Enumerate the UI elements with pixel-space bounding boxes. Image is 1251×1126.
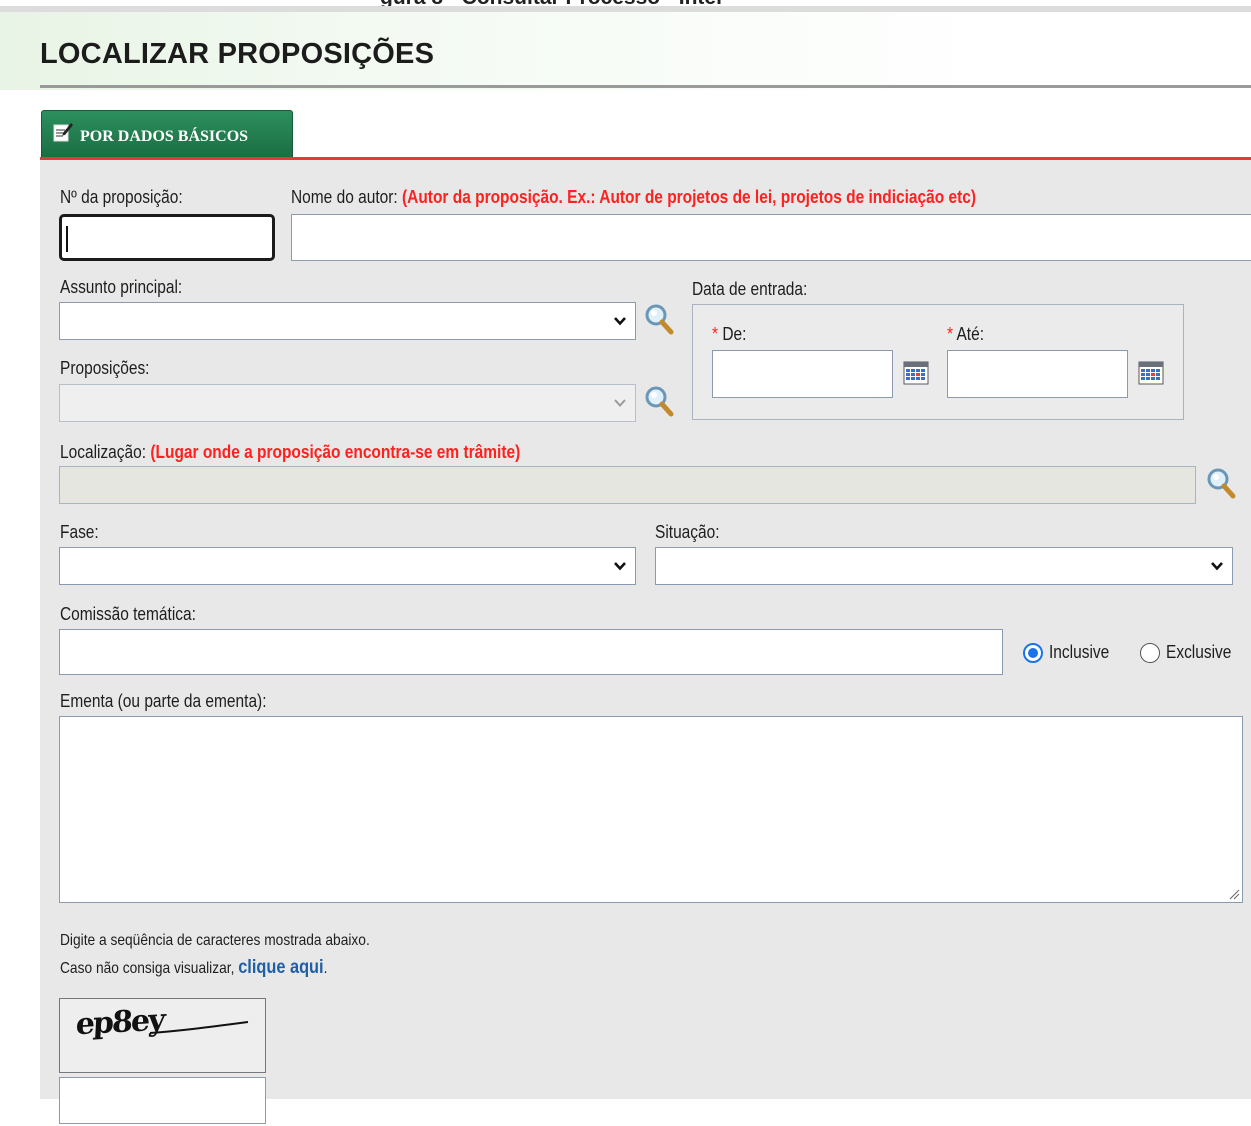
captcha-fallback-suffix: . (323, 960, 328, 977)
situacao-select[interactable] (655, 547, 1233, 585)
title-underline (40, 85, 1251, 88)
text-caret (66, 226, 68, 252)
de-label-row: * De: (712, 324, 746, 345)
ementa-label: Ementa (ou parte da ementa): (60, 691, 267, 711)
resize-grip-icon[interactable] (1228, 888, 1240, 900)
captcha-image: ep8ey (59, 998, 266, 1073)
chevron-down-icon (614, 317, 626, 326)
captcha-instruction: Digite a seqüência de caracteres mostrad… (60, 932, 370, 949)
de-label: De: (722, 324, 747, 344)
localizacao-input[interactable] (59, 466, 1196, 504)
required-asterisk: * (947, 324, 954, 344)
autor-label-row: Nome do autor: (Autor da proposição. Ex.… (291, 187, 976, 208)
chevron-down-icon (614, 399, 626, 407)
captcha-noise-line (150, 1021, 249, 1034)
radio-exclusive-label: Exclusive (1166, 642, 1232, 662)
tab-por-dados-basicos[interactable]: POR DADOS BÁSICOS (41, 110, 293, 157)
captcha-input[interactable] (59, 1077, 266, 1124)
ate-label-row: * Até: (947, 324, 984, 345)
chevron-down-icon (1211, 562, 1223, 571)
edit-note-icon (53, 123, 73, 142)
autor-input[interactable] (291, 214, 1251, 261)
proposicoes-label: Proposições: (60, 358, 150, 378)
tab-label: POR DADOS BÁSICOS (80, 128, 249, 145)
required-asterisk: * (712, 324, 719, 344)
calendar-icon[interactable] (903, 360, 929, 386)
assunto-select[interactable] (59, 302, 636, 340)
radio-exclusive[interactable] (1140, 643, 1160, 663)
data-de-input[interactable] (712, 350, 893, 398)
localizacao-label-row: Localização: (Lugar onde a proposição en… (60, 442, 520, 463)
page-title: LOCALIZAR PROPOSIÇÕES (40, 38, 435, 70)
assunto-label: Assunto principal: (60, 277, 183, 297)
clique-aqui-link[interactable]: clique aqui (238, 957, 323, 978)
calendar-icon[interactable] (1138, 360, 1164, 386)
panel-accent-line (40, 157, 1251, 160)
comissao-input[interactable] (59, 629, 1003, 675)
autor-hint: (Autor da proposição. Ex.: Autor de proj… (402, 187, 977, 207)
autor-label: Nome do autor: (291, 187, 398, 207)
localizacao-label: Localização: (60, 442, 147, 462)
radio-inclusive[interactable] (1023, 643, 1043, 663)
search-icon[interactable] (643, 302, 675, 336)
search-icon[interactable] (1205, 466, 1237, 500)
data-ate-input[interactable] (947, 350, 1128, 398)
ementa-textarea[interactable] (59, 716, 1243, 903)
proposicoes-select[interactable] (59, 384, 636, 422)
situacao-label: Situação: (655, 522, 720, 542)
captcha-fallback-row: Caso não consiga visualizar, clique aqui… (60, 957, 327, 979)
comissao-label: Comissão temática: (60, 604, 196, 624)
radio-inclusive-label: Inclusive (1049, 642, 1110, 662)
chevron-down-icon (614, 562, 626, 571)
fase-select[interactable] (59, 547, 636, 585)
numero-input[interactable] (59, 214, 275, 261)
numero-label: Nº da proposição: (60, 187, 183, 207)
captcha-fallback-prefix: Caso não consiga visualizar, (60, 960, 235, 977)
localizacao-hint: (Lugar onde a proposição encontra-se em … (150, 442, 521, 462)
data-entrada-label: Data de entrada: (692, 279, 808, 299)
fase-label: Fase: (60, 522, 99, 542)
search-icon[interactable] (643, 384, 675, 418)
ate-label: Até: (956, 324, 985, 344)
